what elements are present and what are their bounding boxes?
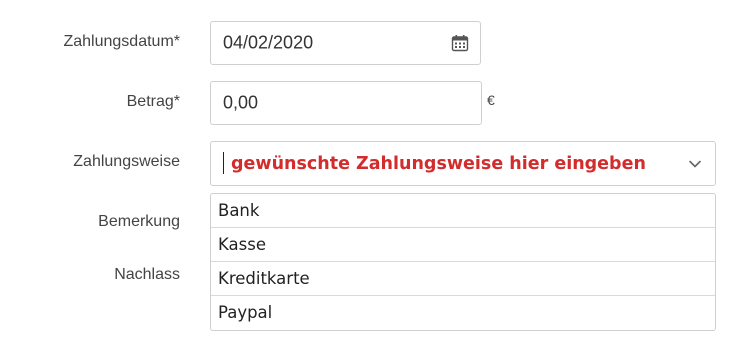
payment-method-placeholder: gewünschte Zahlungsweise hier eingeben (231, 153, 646, 174)
discount-label: Nachlass (114, 266, 180, 283)
payment-method-label: Zahlungsweise (73, 153, 180, 170)
payment-method-dropdown: Bank Kasse Kreditkarte Paypal (210, 193, 716, 331)
amount-field[interactable]: 0,00 (210, 81, 482, 125)
remark-label: Bemerkung (98, 213, 180, 230)
amount-label: Betrag* (126, 93, 180, 110)
payment-date-value: 04/02/2020 (223, 32, 314, 53)
payment-form: Zahlungsdatum* 04/02/2020 Betrag* 0,00 €… (0, 0, 756, 361)
amount-value: 0,00 (223, 92, 259, 113)
dropdown-option-kreditkarte[interactable]: Kreditkarte (211, 262, 715, 296)
payment-date-field[interactable]: 04/02/2020 (210, 21, 481, 65)
text-caret (223, 152, 224, 174)
calendar-icon[interactable] (451, 34, 469, 52)
chevron-down-icon[interactable] (688, 157, 702, 171)
dropdown-option-bank[interactable]: Bank (211, 194, 715, 228)
dropdown-option-paypal[interactable]: Paypal (211, 296, 715, 330)
payment-method-select[interactable]: gewünschte Zahlungsweise hier eingeben (210, 141, 716, 186)
currency-symbol: € (487, 92, 495, 108)
payment-date-label: Zahlungsdatum* (63, 33, 180, 50)
dropdown-option-kasse[interactable]: Kasse (211, 228, 715, 262)
